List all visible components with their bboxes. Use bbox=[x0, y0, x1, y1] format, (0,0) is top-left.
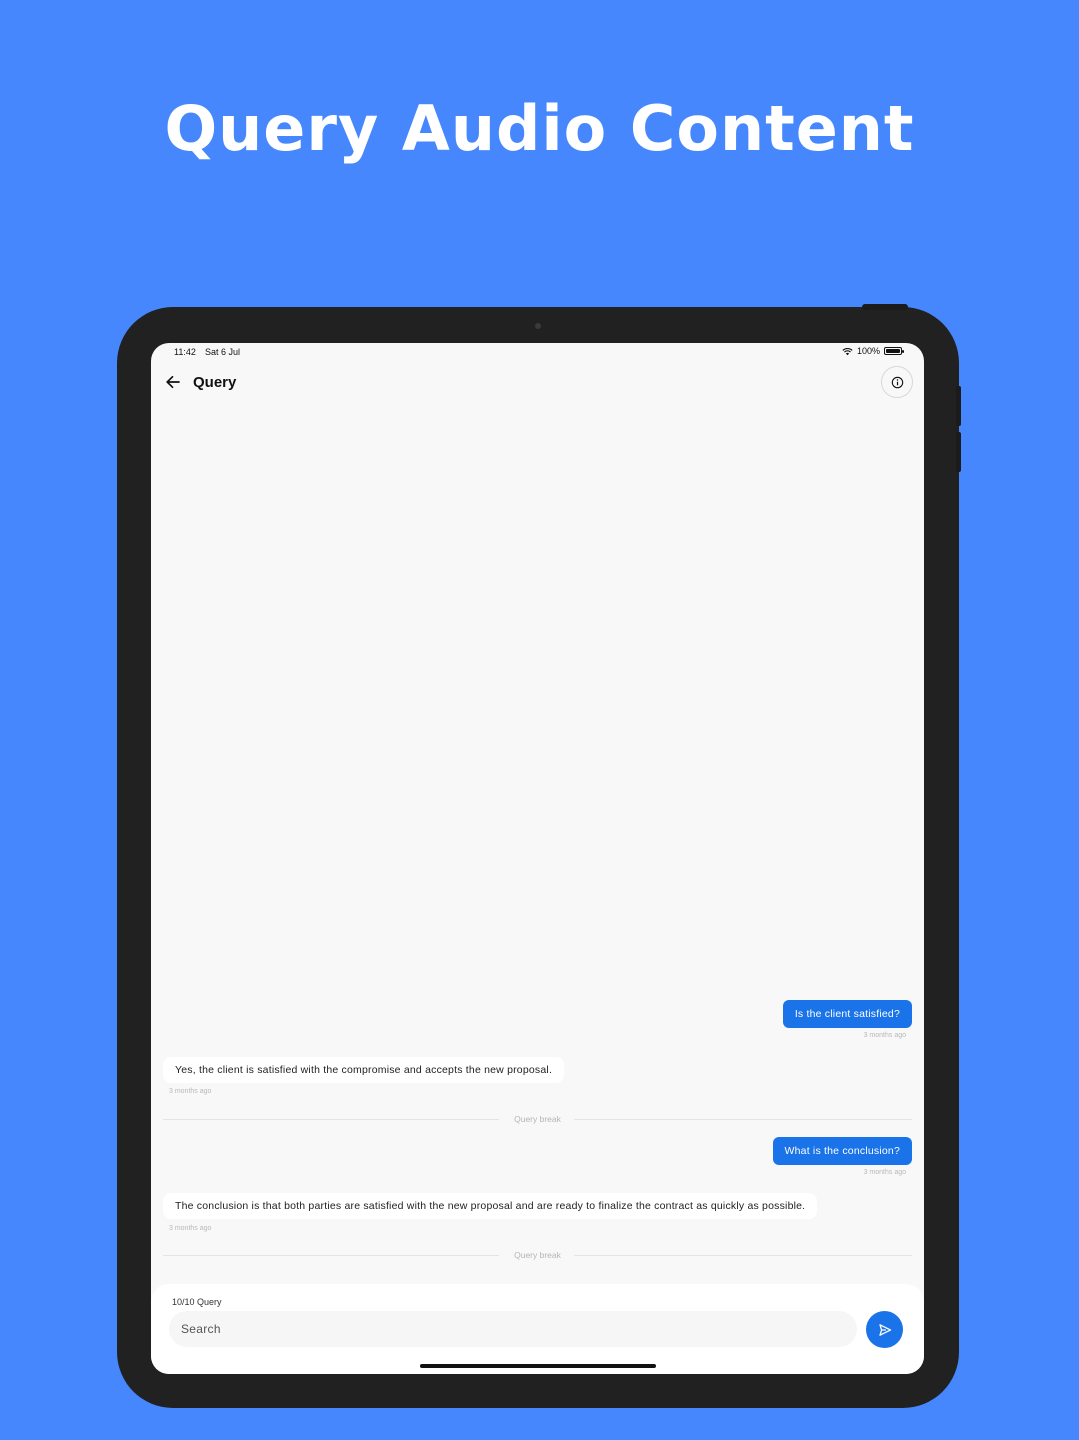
composer: 10/10 Query bbox=[151, 1284, 924, 1374]
app-screen: 11:42 Sat 6 Jul 100% Query Is the client… bbox=[151, 343, 924, 1374]
message-timestamp: 3 months ago bbox=[863, 1032, 906, 1039]
arrow-left-icon[interactable] bbox=[163, 372, 183, 392]
wifi-icon bbox=[842, 347, 853, 355]
status-date: Sat 6 Jul bbox=[205, 347, 241, 357]
send-button[interactable] bbox=[866, 1311, 903, 1348]
user-message-bubble: What is the conclusion? bbox=[772, 1137, 912, 1165]
status-bar: 11:42 Sat 6 Jul 100% bbox=[151, 343, 924, 363]
status-right: 100% bbox=[842, 346, 904, 356]
bot-message-bubble: Yes, the client is satisfied with the co… bbox=[163, 1057, 565, 1083]
battery-icon bbox=[884, 347, 904, 355]
query-break-label: Query break bbox=[514, 1250, 561, 1260]
query-break-divider: Query break bbox=[163, 1113, 912, 1125]
app-bar: Query bbox=[151, 365, 924, 401]
query-count: 10/10 Query bbox=[172, 1297, 222, 1307]
battery-percent: 100% bbox=[856, 346, 880, 356]
tablet-volume-down-button bbox=[956, 432, 961, 472]
tablet-volume-up-button bbox=[956, 386, 961, 426]
home-indicator bbox=[420, 1364, 656, 1368]
message-timestamp: 3 months ago bbox=[169, 1225, 212, 1232]
send-icon bbox=[878, 1323, 891, 1336]
tablet-power-button bbox=[862, 304, 908, 310]
message-timestamp: 3 months ago bbox=[863, 1169, 906, 1176]
headline: Query Audio Content bbox=[164, 92, 915, 165]
bot-message-bubble: The conclusion is that both parties are … bbox=[163, 1193, 818, 1219]
user-message-bubble: Is the client satisfied? bbox=[782, 1000, 912, 1028]
status-time: 11:42 bbox=[174, 347, 196, 357]
query-break-divider: Query break bbox=[163, 1249, 912, 1261]
info-icon bbox=[891, 376, 903, 388]
front-camera bbox=[535, 323, 541, 329]
message-timestamp: 3 months ago bbox=[169, 1088, 212, 1095]
search-input[interactable] bbox=[169, 1311, 857, 1347]
page-title: Query bbox=[193, 374, 237, 391]
query-break-label: Query break bbox=[514, 1114, 561, 1124]
info-button[interactable] bbox=[881, 366, 913, 398]
